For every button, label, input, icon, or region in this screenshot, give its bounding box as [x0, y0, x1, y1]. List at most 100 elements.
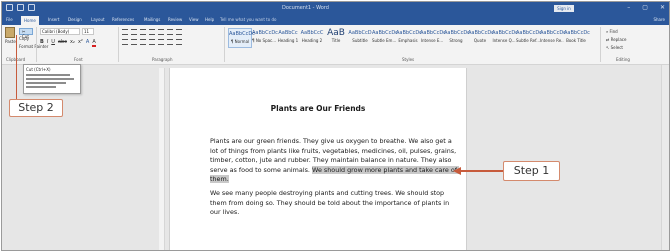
style-3[interactable]: AaBbCcC Heading 2: [300, 28, 324, 48]
align-right-icon[interactable]: [140, 39, 146, 45]
tooltip-text-line: [26, 82, 66, 84]
show-marks-icon[interactable]: [176, 29, 182, 35]
style-name: ¶ Normal: [230, 39, 250, 44]
style-name: Heading 1: [277, 38, 299, 43]
tab-review[interactable]: Review: [168, 17, 182, 22]
cut-button[interactable]: ✂ Cut: [19, 28, 33, 39]
tab-file[interactable]: File: [6, 17, 13, 22]
paragraph-group-label: Paragraph: [152, 57, 173, 62]
style-sample: AaBbCcDc: [252, 30, 278, 36]
subscript-button[interactable]: x₂: [70, 39, 75, 47]
style-name: Strong: [449, 38, 463, 43]
line-spacing-icon[interactable]: [158, 39, 164, 45]
style-sample: AaBbCcDc: [468, 30, 494, 36]
maximize-button[interactable]: ▢: [642, 4, 648, 11]
font-color-button[interactable]: A: [92, 39, 96, 47]
style-4[interactable]: AaB Title: [324, 28, 348, 48]
style-name: ¶ No Spac...: [252, 38, 276, 43]
justify-icon[interactable]: [149, 39, 155, 45]
italic-button[interactable]: I: [47, 39, 48, 47]
replace-label: Replace: [610, 37, 627, 42]
style-sample: AaBbCcDc: [372, 30, 398, 36]
styles-group-label: Styles: [402, 57, 415, 62]
style-8[interactable]: AaBbCcDc Intense E...: [420, 28, 446, 48]
style-5[interactable]: AaBbCcD Subtitle: [348, 28, 372, 48]
multilevel-list-icon[interactable]: [140, 29, 146, 35]
decrease-indent-icon[interactable]: [149, 29, 155, 35]
vertical-ruler: [159, 68, 165, 250]
window-title: Document1 - Word: [282, 5, 329, 11]
sort-icon[interactable]: [167, 29, 173, 35]
style-name: Subtle Ref...: [516, 38, 540, 43]
style-12[interactable]: AaBbCcDc Subtle Ref...: [516, 28, 542, 48]
superscript-button[interactable]: x²: [78, 39, 83, 47]
find-button[interactable]: ⌕ Find: [606, 28, 626, 36]
select-label: Select: [610, 45, 623, 50]
style-14[interactable]: AaBbCcDc Book Title: [564, 28, 590, 48]
tab-layout[interactable]: Layout: [91, 17, 105, 22]
document-page[interactable]: Plants are Our Friends Plants are our gr…: [169, 68, 467, 250]
step1-callout: Step 1: [503, 161, 560, 181]
document-heading: Plants are Our Friends: [270, 104, 366, 113]
strikethrough-button[interactable]: abc: [58, 39, 67, 47]
share-button[interactable]: Share: [653, 17, 665, 22]
style-7[interactable]: AaBbCcDc Emphasis: [396, 28, 422, 48]
numbering-icon[interactable]: [131, 29, 137, 35]
clipboard-icon: [5, 27, 15, 38]
tab-design[interactable]: Design: [68, 17, 82, 22]
select-button[interactable]: ↖ Select: [606, 44, 626, 52]
style-10[interactable]: AaBbCcDc Quote: [468, 28, 494, 48]
text-effects-button[interactable]: A: [86, 39, 89, 47]
font-format-buttons: B I U abc x₂ x² A A: [40, 39, 96, 47]
tab-insert[interactable]: Insert: [48, 17, 59, 22]
paragraph-1[interactable]: Plants are our green friends. They give …: [210, 137, 460, 185]
style-name: Emphasis: [398, 38, 418, 43]
style-name: Intense Re...: [540, 38, 564, 43]
style-9[interactable]: AaBbCcDc Strong: [444, 28, 470, 48]
title-bar: Document1 - Word Sign in – ▢ ✕: [2, 2, 669, 16]
style-sample: AaB: [327, 28, 345, 38]
tooltip-text-line: [26, 74, 70, 76]
style-name: Heading 2: [301, 38, 323, 43]
undo-icon[interactable]: [17, 4, 24, 11]
underline-button[interactable]: U: [51, 39, 55, 47]
style-sample: AaBbCcDc: [396, 30, 422, 36]
style-sample: AaBbCcDc: [516, 30, 542, 36]
find-label: Find: [609, 29, 618, 34]
font-name-dropdown[interactable]: Calibri (Body): [40, 28, 80, 35]
bullets-icon[interactable]: [122, 29, 128, 35]
style-1[interactable]: AaBbCcDc ¶ No Spac...: [252, 28, 278, 48]
tell-me-search[interactable]: Tell me what you want to do: [220, 17, 276, 22]
redo-icon[interactable]: [28, 4, 35, 11]
tab-help[interactable]: Help: [205, 17, 214, 22]
style-name: Intense E...: [420, 38, 444, 43]
style-6[interactable]: AaBbCcDc Subtle Em...: [372, 28, 398, 48]
tab-references[interactable]: References: [112, 17, 134, 22]
bold-button[interactable]: B: [40, 39, 44, 47]
paragraph-2[interactable]: We see many people destroying plants and…: [210, 189, 458, 218]
vertical-scrollbar[interactable]: [661, 65, 669, 250]
align-center-icon[interactable]: [131, 39, 137, 45]
save-icon[interactable]: [6, 4, 13, 11]
copy-button[interactable]: Copy: [19, 36, 29, 41]
font-size-dropdown[interactable]: 11: [82, 28, 94, 35]
tooltip-title: Cut (Ctrl+X): [26, 67, 51, 72]
borders-icon[interactable]: [176, 39, 182, 45]
sign-in-button[interactable]: Sign in: [554, 5, 574, 12]
replace-button[interactable]: ⇄ Replace: [606, 36, 626, 44]
minimize-button[interactable]: –: [627, 4, 630, 11]
style-0[interactable]: AaBbCcDc ¶ Normal: [228, 28, 255, 48]
style-2[interactable]: AaBbCc Heading 1: [276, 28, 300, 48]
style-13[interactable]: AaBbCcDc Intense Re...: [540, 28, 566, 48]
window-controls: – ▢ ✕: [627, 4, 665, 11]
cut-tooltip: Cut (Ctrl+X): [23, 64, 81, 94]
tab-mailings[interactable]: Mailings: [144, 17, 160, 22]
tab-home[interactable]: Home: [21, 16, 39, 25]
align-left-icon[interactable]: [122, 39, 128, 45]
close-button[interactable]: ✕: [660, 4, 665, 11]
tab-view[interactable]: View: [189, 17, 199, 22]
style-11[interactable]: AaBbCcDc Intense Q...: [492, 28, 518, 48]
increase-indent-icon[interactable]: [158, 29, 164, 35]
shading-icon[interactable]: [167, 39, 173, 45]
word-window: Document1 - Word Sign in – ▢ ✕ File Home…: [1, 1, 670, 251]
